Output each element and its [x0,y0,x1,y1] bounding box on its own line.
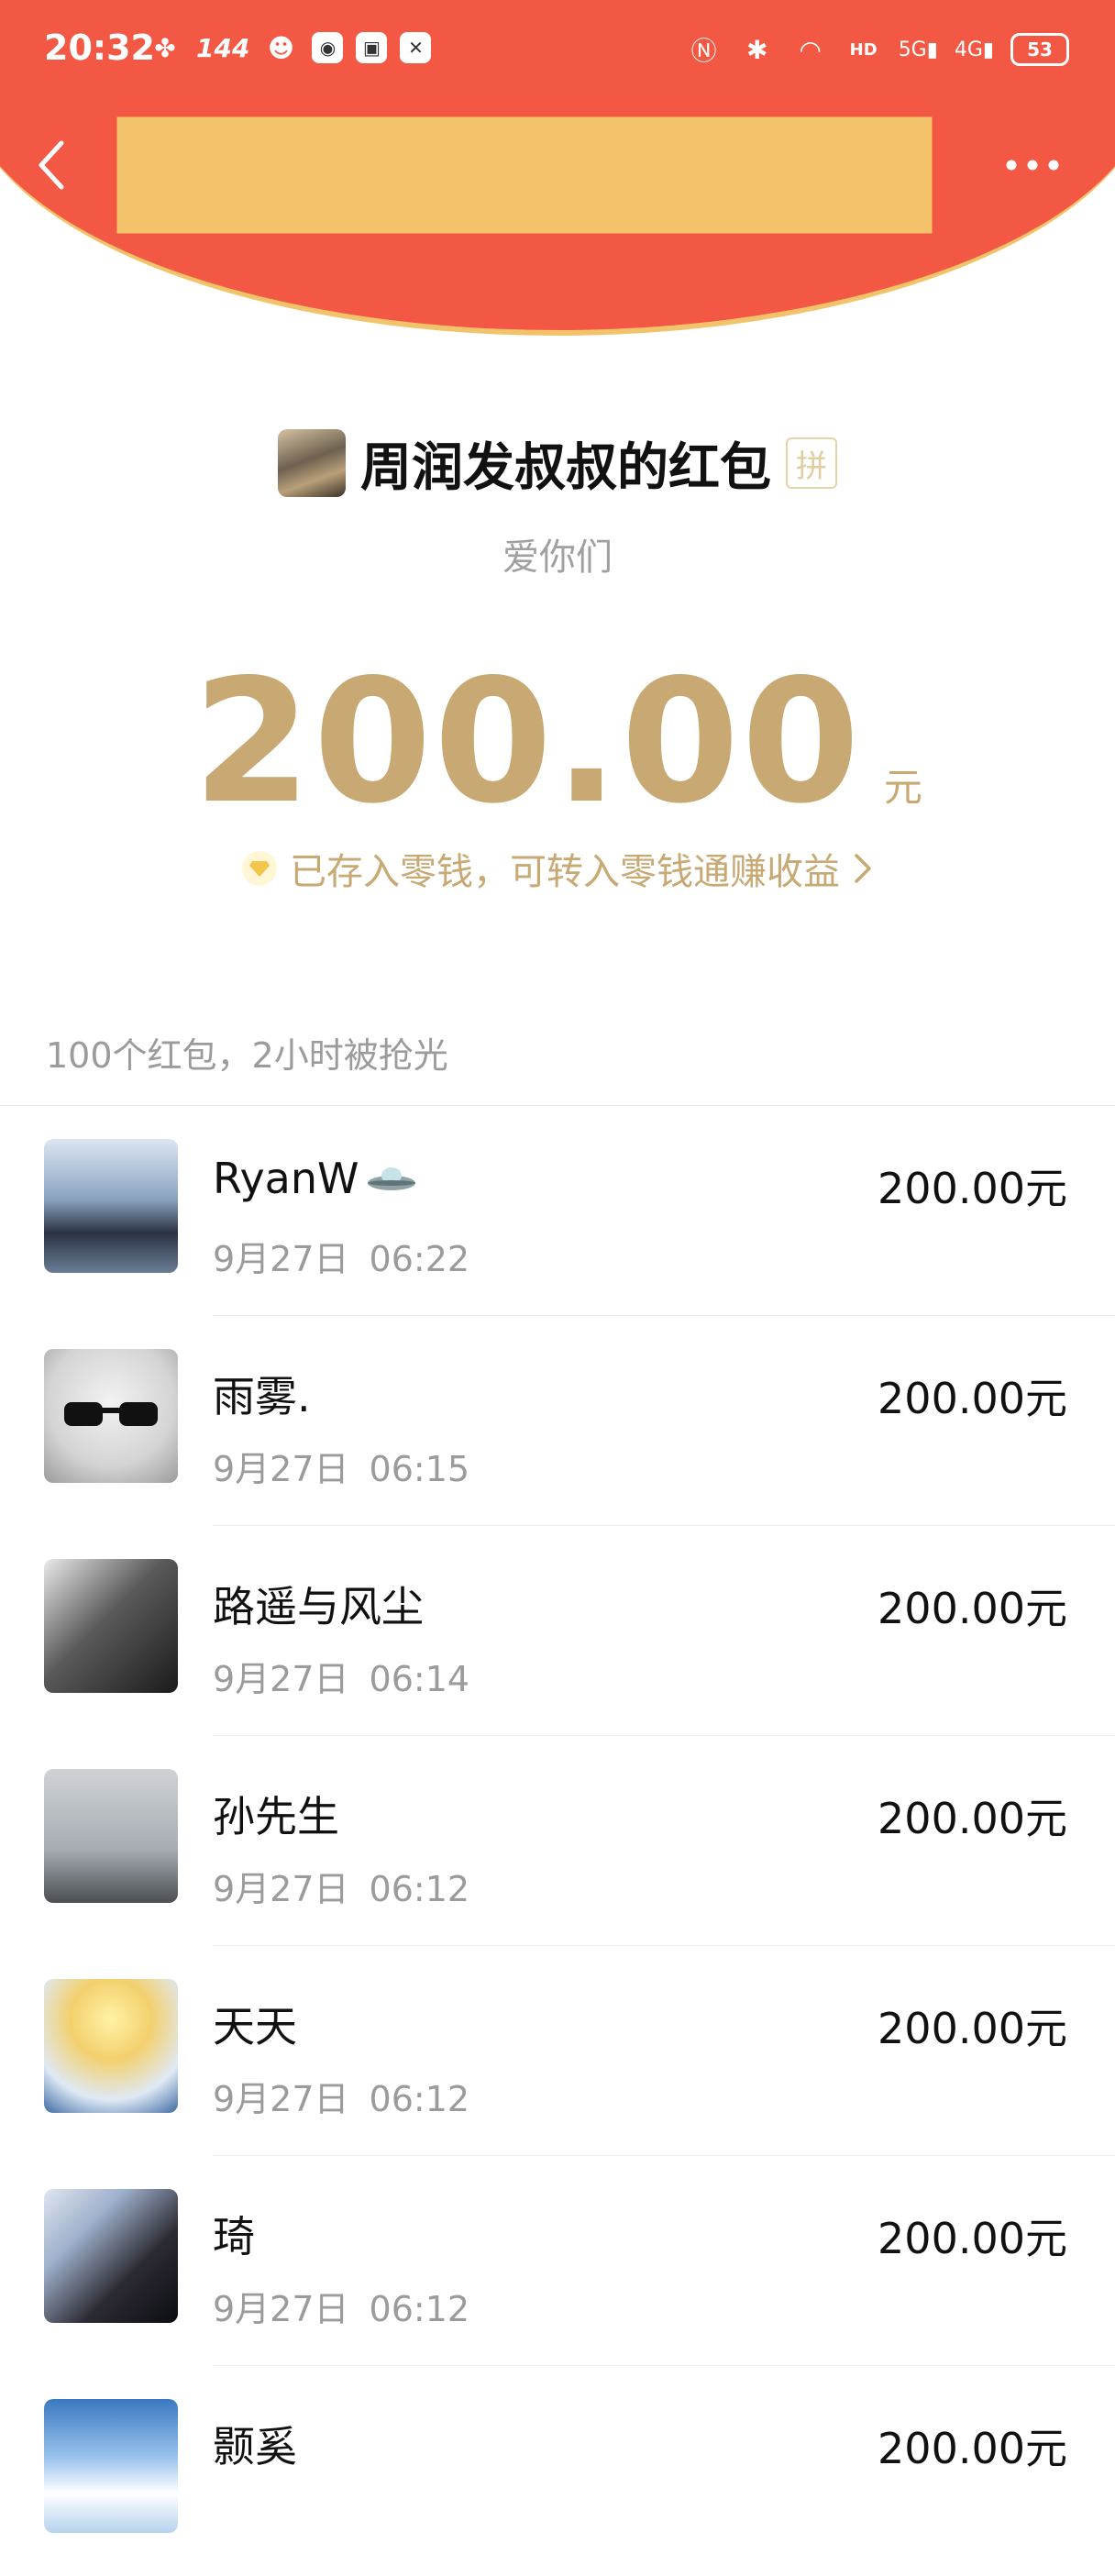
avatar[interactable] [44,1769,178,1903]
fan-icon: ✤ [154,32,176,63]
claim-clock: 06:14 [369,1659,470,1699]
avatar[interactable] [44,1559,178,1693]
wifi-icon: ◠ [799,34,822,65]
claim-time: 9月27日 06:12 [213,2281,469,2331]
amount-row: 200.00 元 [0,642,1115,841]
claim-amount: 200.00元 [878,2004,1067,2053]
recipient-name: 颢奚 [213,2422,297,2471]
claim-date: 9月27日 [213,1239,349,1279]
claim-time [213,2491,233,2531]
status-time: 20:32 [44,28,155,68]
hd-icon: HD [849,39,878,60]
claim-amount: 200.00元 [878,1584,1067,1633]
list-item[interactable]: RyanW 9月27日 06:22 200.00元 [0,1106,1115,1316]
status-left-icons: ✤ 144 ☻ ◉ ▣ ✕ [147,29,432,66]
chevron-right-icon [855,854,871,883]
ufo-icon [367,1167,415,1190]
claim-date: 9月27日 [213,2079,349,2119]
claim-amount: 200.00元 [878,1794,1067,1843]
claim-clock: 06:12 [369,1869,470,1909]
bluetooth-icon: ✱ [745,34,768,65]
recipient-name: RyanW [213,1154,418,1203]
chevron-left-icon [39,140,64,190]
list-item[interactable]: 孙先生 9月27日 06:12 200.00元 [0,1736,1115,1946]
recipient-name-text: RyanW [213,1154,359,1203]
app-icon-2: ▣ [356,32,388,63]
refresh-rate-value: 144 [196,32,250,63]
claim-amount: 200.00元 [878,1164,1067,1213]
recipient-list: RyanW 9月27日 06:22 200.00元 雨雾. 9月27日 06:15 … [0,1106,1115,2576]
claim-clock: 06:12 [369,2079,470,2119]
recipient-name: 天天 [213,2002,297,2051]
claim-amount: 200.00元 [878,2214,1067,2263]
avatar[interactable] [44,1139,178,1273]
diamond-icon [242,851,277,886]
list-summary: 100个红包，2小时被抢光 [46,1035,448,1076]
more-button[interactable] [996,142,1069,188]
claim-clock: 06:12 [369,2289,470,2329]
battery-icon: 53 [1010,33,1069,66]
recipient-name: 雨雾. [213,1372,311,1421]
amount-unit: 元 [883,765,922,810]
avatar[interactable] [44,2399,178,2533]
greeting-message: 爱你们 [502,536,613,579]
list-item[interactable]: 路遥与风尘 9月27日 06:14 200.00元 [0,1526,1115,1736]
ghost-sunglasses-icon [64,1402,158,1426]
avatar[interactable] [44,1349,178,1483]
recipient-name: 琦 [213,2212,255,2261]
claim-date: 9月27日 [213,1659,349,1699]
signal-5g-label: 5G [898,38,927,61]
claim-date: 9月27日 [213,1449,349,1489]
sender-row: 周润发叔叔的红包 拼 [0,422,1115,504]
amount-value: 200.00 [193,642,862,841]
claim-amount: 200.00元 [878,2424,1067,2473]
list-item[interactable]: 天天 9月27日 06:12 200.00元 [0,1946,1115,2156]
claim-time: 9月27日 06:12 [213,1861,469,1911]
claim-time: 9月27日 06:15 [213,1441,469,1491]
claim-clock: 06:15 [369,1449,470,1489]
battery-level: 53 [1027,39,1053,61]
claim-time: 9月27日 06:14 [213,1651,469,1701]
recipient-name: 孙先生 [213,1792,339,1841]
avatar[interactable] [44,1979,178,2113]
claim-clock: 06:22 [369,1239,470,1279]
mascot-icon: ☻ [267,32,295,63]
claim-date: 9月27日 [213,2289,349,2329]
sender-title: 周润发叔叔的红包 [360,437,771,498]
app-icon-3: ✕ [400,32,432,63]
stored-note-text: 已存入零钱，可转入零钱通赚收益 [290,851,840,893]
nfc-icon: Ⓝ [690,36,717,66]
claim-date: 9月27日 [213,1869,349,1909]
recipient-name: 路遥与风尘 [213,1582,424,1631]
status-bar: 20:32 ✤ 144 ☻ ◉ ▣ ✕ Ⓝ ✱ ◠ HD 5G ▮ 4G ▮ 53 [0,0,1115,110]
signal-4g-label: 4G [954,38,983,61]
list-item[interactable]: 琦 9月27日 06:12 200.00元 [0,2156,1115,2366]
claim-amount: 200.00元 [878,1374,1067,1423]
status-right-icons: Ⓝ ✱ ◠ HD 5G ▮ 4G ▮ 53 [686,31,1069,68]
claim-time: 9月27日 06:12 [213,2071,469,2121]
back-button[interactable] [28,128,73,202]
more-icon [1006,160,1059,171]
stored-note-link[interactable]: 已存入零钱，可转入零钱通赚收益 [0,842,1115,895]
sender-avatar[interactable] [278,429,346,497]
app-icon-1: ◉ [312,32,344,63]
signal-4g-icon: 4G ▮ [954,38,994,61]
signal-5g-icon: 5G ▮ [898,38,938,61]
claim-time: 9月27日 06:22 [213,1231,469,1281]
avatar[interactable] [44,2189,178,2323]
pin-badge: 拼 [786,437,837,489]
refresh-rate: 144 [196,29,249,66]
list-item[interactable]: 雨雾. 9月27日 06:15 200.00元 [0,1316,1115,1526]
list-item[interactable]: 颢奚 200.00元 [0,2366,1115,2576]
